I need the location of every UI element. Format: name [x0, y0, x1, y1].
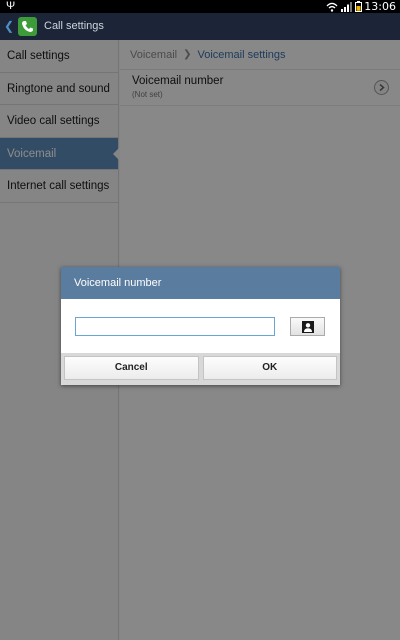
dialog-body	[61, 299, 340, 353]
contact-icon	[301, 320, 314, 333]
action-bar: ❮ Call settings	[0, 13, 400, 40]
status-time: 13:06	[364, 0, 396, 13]
signal-icon	[341, 1, 352, 12]
dialog-title: Voicemail number	[61, 267, 340, 299]
phone-icon[interactable]	[18, 17, 37, 36]
action-bar-title: Call settings	[44, 20, 104, 32]
contact-picker-button[interactable]	[290, 317, 325, 336]
dialog-footer: Cancel OK	[61, 353, 340, 385]
voicemail-number-dialog: Voicemail number Cancel OK	[61, 267, 340, 385]
battery-icon	[355, 1, 362, 12]
voicemail-number-input[interactable]	[75, 317, 275, 336]
status-icons	[326, 1, 362, 12]
cancel-button[interactable]: Cancel	[64, 356, 199, 380]
usb-icon: Ψ	[6, 0, 16, 12]
back-icon[interactable]: ❮	[4, 19, 14, 34]
status-bar: Ψ 13:06	[0, 0, 400, 13]
wifi-icon	[326, 2, 338, 12]
ok-button[interactable]: OK	[202, 356, 337, 380]
